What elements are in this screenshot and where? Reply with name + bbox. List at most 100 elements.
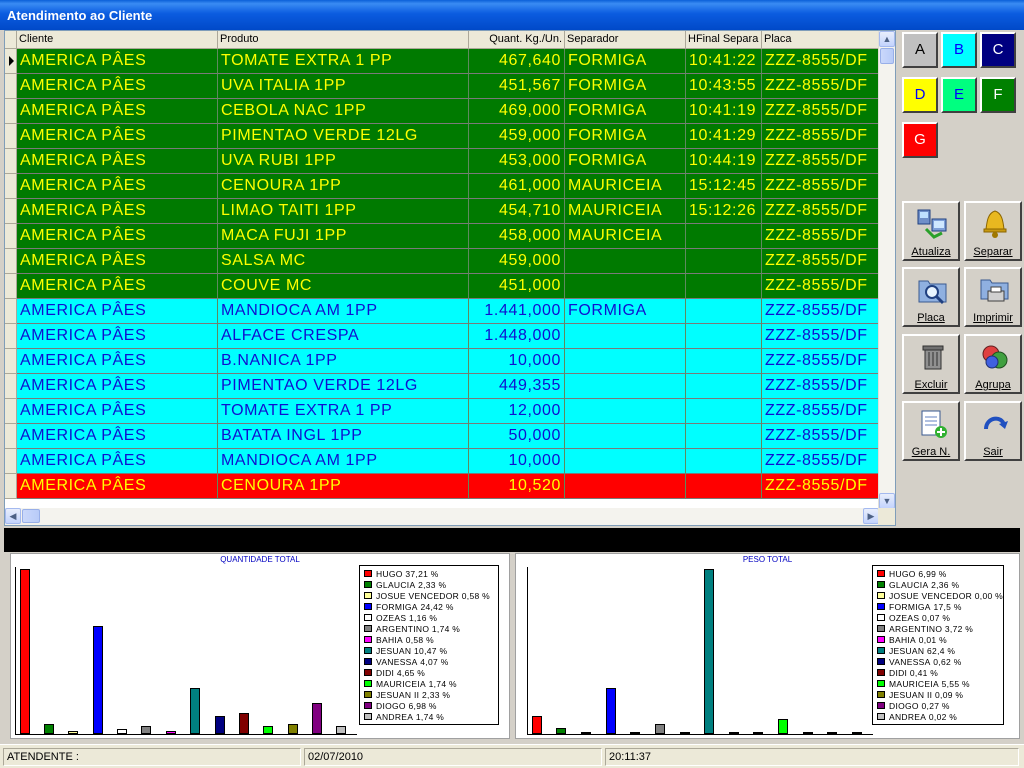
cell-quant[interactable]: 467,640 — [469, 49, 565, 74]
cell-placa[interactable]: ZZZ-8555/DF — [762, 424, 879, 449]
col-header-cliente[interactable]: Cliente — [17, 31, 218, 49]
cell-quant[interactable]: 1.448,000 — [469, 324, 565, 349]
col-header-placa[interactable]: Placa — [762, 31, 879, 49]
cell-cliente[interactable]: AMERICA PÂES — [17, 174, 218, 199]
cell-cliente[interactable]: AMERICA PÂES — [17, 49, 218, 74]
cell-produto[interactable]: PIMENTAO VERDE 12LG — [218, 124, 469, 149]
cell-quant[interactable]: 10,520 — [469, 474, 565, 499]
cell-cliente[interactable]: AMERICA PÂES — [17, 149, 218, 174]
scroll-down-icon[interactable]: ▼ — [879, 493, 895, 509]
row-selector[interactable] — [5, 374, 17, 399]
cell-produto[interactable]: CENOURA 1PP — [218, 474, 469, 499]
cell-produto[interactable]: TOMATE EXTRA 1 PP — [218, 49, 469, 74]
cell-cliente[interactable]: AMERICA PÂES — [17, 324, 218, 349]
orders-grid[interactable]: Cliente Produto Quant. Kg./Un. Separador… — [4, 30, 896, 526]
cell-placa[interactable]: ZZZ-8555/DF — [762, 474, 879, 499]
cell-hfinal[interactable] — [686, 299, 762, 324]
filter-button-d[interactable]: D — [902, 77, 938, 113]
table-row[interactable]: AMERICA PÂES BATATA INGL 1PP 50,000 ZZZ-855… — [5, 424, 879, 449]
cell-produto[interactable]: MACA FUJI 1PP — [218, 224, 469, 249]
col-header-produto[interactable]: Produto — [218, 31, 469, 49]
row-selector[interactable] — [5, 149, 17, 174]
cell-hfinal[interactable] — [686, 474, 762, 499]
cell-separador[interactable]: FORMIGA — [565, 149, 686, 174]
row-selector[interactable] — [5, 324, 17, 349]
cell-cliente[interactable]: AMERICA PÂES — [17, 349, 218, 374]
table-row[interactable]: AMERICA PÂES B.NANICA 1PP 10,000 ZZZ-8555/D… — [5, 349, 879, 374]
separar-button[interactable]: Separar — [964, 201, 1022, 261]
cell-hfinal[interactable] — [686, 224, 762, 249]
row-selector[interactable] — [5, 399, 17, 424]
table-row[interactable]: AMERICA PÂES MACA FUJI 1PP 458,000 MAURICEI… — [5, 224, 879, 249]
cell-hfinal[interactable]: 15:12:26 — [686, 199, 762, 224]
cell-separador[interactable]: MAURICEIA — [565, 174, 686, 199]
row-selector[interactable] — [5, 224, 17, 249]
cell-separador[interactable] — [565, 324, 686, 349]
cell-produto[interactable]: MANDIOCA AM 1PP — [218, 449, 469, 474]
filter-button-e[interactable]: E — [941, 77, 977, 113]
cell-quant[interactable]: 459,000 — [469, 124, 565, 149]
table-row[interactable]: AMERICA PÂES CENOURA 1PP 10,520 ZZZ-8555/DF — [5, 474, 879, 499]
cell-cliente[interactable]: AMERICA PÂES — [17, 299, 218, 324]
cell-quant[interactable]: 12,000 — [469, 399, 565, 424]
table-row[interactable]: AMERICA PÂES ALFACE CRESPA 1.448,000 ZZZ-85… — [5, 324, 879, 349]
cell-quant[interactable]: 10,000 — [469, 349, 565, 374]
cell-hfinal[interactable] — [686, 424, 762, 449]
cell-separador[interactable]: FORMIGA — [565, 124, 686, 149]
horizontal-scrollbar[interactable]: ◀ ▶ — [5, 508, 879, 525]
cell-quant[interactable]: 453,000 — [469, 149, 565, 174]
cell-separador[interactable] — [565, 424, 686, 449]
cell-separador[interactable] — [565, 274, 686, 299]
cell-produto[interactable]: MANDIOCA AM 1PP — [218, 299, 469, 324]
cell-separador[interactable]: FORMIGA — [565, 74, 686, 99]
horizontal-scroll-thumb[interactable] — [22, 509, 40, 523]
table-row[interactable]: AMERICA PÂES COUVE MC 451,000 ZZZ-8555/DF — [5, 274, 879, 299]
table-row[interactable]: AMERICA PÂES MANDIOCA AM 1PP 10,000 ZZZ-855… — [5, 449, 879, 474]
row-selector[interactable] — [5, 349, 17, 374]
cell-quant[interactable]: 461,000 — [469, 174, 565, 199]
col-header-separador[interactable]: Separador — [565, 31, 686, 49]
filter-button-a[interactable]: A — [902, 32, 938, 68]
cell-separador[interactable] — [565, 249, 686, 274]
cell-quant[interactable]: 1.441,000 — [469, 299, 565, 324]
cell-produto[interactable]: SALSA MC — [218, 249, 469, 274]
cell-cliente[interactable]: AMERICA PÂES — [17, 74, 218, 99]
cell-produto[interactable]: TOMATE EXTRA 1 PP — [218, 399, 469, 424]
vertical-scroll-thumb[interactable] — [880, 48, 894, 64]
cell-hfinal[interactable] — [686, 324, 762, 349]
cell-quant[interactable]: 458,000 — [469, 224, 565, 249]
table-row[interactable]: AMERICA PÂES CENOURA 1PP 461,000 MAURICEIA 1… — [5, 174, 879, 199]
cell-cliente[interactable]: AMERICA PÂES — [17, 424, 218, 449]
cell-produto[interactable]: LIMAO TAITI 1PP — [218, 199, 469, 224]
row-selector[interactable] — [5, 99, 17, 124]
row-selector[interactable] — [5, 249, 17, 274]
cell-placa[interactable]: ZZZ-8555/DF — [762, 324, 879, 349]
cell-quant[interactable]: 469,000 — [469, 99, 565, 124]
row-selector[interactable] — [5, 174, 17, 199]
cell-produto[interactable]: ALFACE CRESPA — [218, 324, 469, 349]
cell-cliente[interactable]: AMERICA PÂES — [17, 374, 218, 399]
cell-placa[interactable]: ZZZ-8555/DF — [762, 199, 879, 224]
cell-quant[interactable]: 10,000 — [469, 449, 565, 474]
cell-produto[interactable]: PIMENTAO VERDE 12LG — [218, 374, 469, 399]
cell-placa[interactable]: ZZZ-8555/DF — [762, 174, 879, 199]
cell-placa[interactable]: ZZZ-8555/DF — [762, 249, 879, 274]
row-selector[interactable] — [5, 274, 17, 299]
placa-button[interactable]: Placa — [902, 267, 960, 327]
cell-hfinal[interactable]: 15:12:45 — [686, 174, 762, 199]
cell-cliente[interactable]: AMERICA PÂES — [17, 124, 218, 149]
imprimir-button[interactable]: Imprimir — [964, 267, 1022, 327]
table-row[interactable]: AMERICA PÂES LIMAO TAITI 1PP 454,710 MAURIC… — [5, 199, 879, 224]
cell-hfinal[interactable] — [686, 449, 762, 474]
cell-produto[interactable]: B.NANICA 1PP — [218, 349, 469, 374]
gera-button[interactable]: Gera N. — [902, 401, 960, 461]
cell-hfinal[interactable] — [686, 249, 762, 274]
cell-cliente[interactable]: AMERICA PÂES — [17, 99, 218, 124]
table-row[interactable]: AMERICA PÂES MANDIOCA AM 1PP 1.441,000 FORM… — [5, 299, 879, 324]
cell-quant[interactable]: 50,000 — [469, 424, 565, 449]
cell-separador[interactable]: MAURICEIA — [565, 224, 686, 249]
row-selector[interactable] — [5, 474, 17, 499]
cell-hfinal[interactable]: 10:41:19 — [686, 99, 762, 124]
cell-cliente[interactable]: AMERICA PÂES — [17, 474, 218, 499]
cell-hfinal[interactable]: 10:41:29 — [686, 124, 762, 149]
